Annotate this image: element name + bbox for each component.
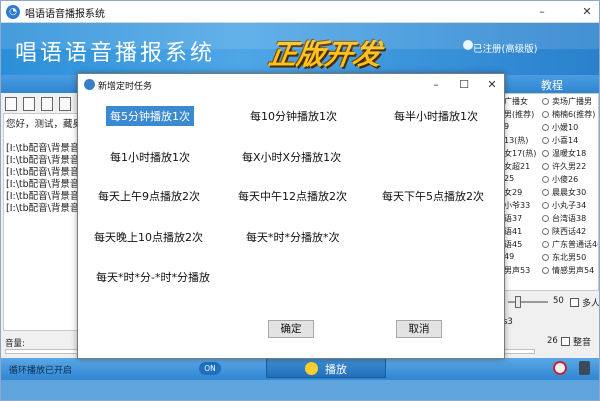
- option-every-5-min[interactable]: 每5分钟播放1次: [106, 106, 194, 126]
- speed-slider-thumb[interactable]: [515, 296, 521, 308]
- option-daily-9am[interactable]: 每天上午9点播放2次: [94, 186, 204, 206]
- voice-row[interactable]: 49 东北男50: [502, 252, 598, 264]
- window-title: 唱语语音播报系统: [25, 9, 105, 20]
- tab-tutorial[interactable]: 教程: [541, 77, 563, 93]
- multi-voice-label: 多人: [582, 299, 600, 309]
- voice-row[interactable]: 广播女 卖场广播男: [502, 96, 598, 108]
- voice-row[interactable]: 小爷33 小丸子34: [502, 200, 598, 212]
- voice-row[interactable]: 语45 广东普通话46: [502, 239, 598, 251]
- voice-row[interactable]: 女17(热) 温暖女18: [502, 148, 598, 160]
- status-bar: 循环播放已开启 ON 播放: [1, 358, 599, 380]
- voice-row[interactable]: 女超21 许久男22: [502, 161, 598, 173]
- registered-icon: [463, 40, 473, 50]
- dialog-minimize-button[interactable]: –: [428, 77, 444, 93]
- play-button[interactable]: 播放: [266, 358, 386, 378]
- dialog-title: 新增定时任务: [98, 82, 153, 92]
- option-every-half-hour[interactable]: 每半小时播放1次: [390, 106, 482, 126]
- voice-row[interactable]: 25 小傻26: [502, 174, 598, 186]
- editor-line: 您好，测试，藏奥: [6, 119, 83, 130]
- speed-slider-track[interactable]: [508, 301, 548, 303]
- volume-value: 26: [547, 336, 558, 346]
- option-daily-noon[interactable]: 每天中午12点播放2次: [234, 186, 351, 206]
- option-daily-range[interactable]: 每天*时*分-*时*分播放: [92, 267, 214, 287]
- timer-icon[interactable]: [553, 361, 567, 375]
- ambient-label: 整音: [573, 338, 592, 348]
- multi-voice-checkbox[interactable]: [570, 298, 579, 307]
- ambient-checkbox[interactable]: [561, 337, 570, 346]
- play-label: 播放: [325, 363, 347, 376]
- cancel-button[interactable]: 取消: [396, 320, 442, 338]
- ok-button[interactable]: 确定: [268, 320, 314, 338]
- taskbar-area: [1, 380, 599, 400]
- voice-list: 广播女 卖场广播男 男(推荐) 楠楠6(推荐) 9 小媛10 13(热) 小喜14 女1…: [501, 93, 599, 291]
- voice-row[interactable]: 语37 台湾语38: [502, 213, 598, 225]
- option-daily-10pm[interactable]: 每天晚上10点播放2次: [90, 227, 207, 247]
- pin-icon[interactable]: [579, 361, 590, 375]
- main-window: ◔ 唱语语音播报系统 – ✕ 唱语语音播报系统 正版开发 已注册(高级版) 教程…: [0, 0, 600, 401]
- new-file-icon[interactable]: [5, 97, 17, 111]
- voice-row[interactable]: 9 小媛10: [502, 122, 598, 134]
- dialog-app-icon: [84, 79, 95, 90]
- dialog-maximize-button[interactable]: ☐: [456, 77, 472, 93]
- voice-row[interactable]: 男声53 情感男声54: [502, 265, 598, 277]
- banner-badge: 正版开发: [266, 38, 384, 71]
- voice-row[interactable]: 语41 陕西话42: [502, 226, 598, 238]
- save-icon[interactable]: [59, 97, 71, 111]
- copy-icon[interactable]: [23, 97, 35, 111]
- close-button[interactable]: ✕: [578, 3, 596, 21]
- banner-title: 唱语语音播报系统: [15, 41, 216, 66]
- title-bar: ◔ 唱语语音播报系统 – ✕: [1, 1, 599, 23]
- speed-value: 50: [553, 296, 564, 306]
- voice-row[interactable]: 13(热) 小喜14: [502, 135, 598, 147]
- dialog-close-button[interactable]: ✕: [484, 77, 500, 93]
- banner: 唱语语音播报系统 正版开发 已注册(高级版): [1, 23, 599, 75]
- option-every-x-hours[interactable]: 每X小时X分播放1次: [238, 147, 345, 167]
- registration-status[interactable]: 已注册(高级版): [473, 41, 537, 55]
- import-icon[interactable]: [41, 97, 53, 111]
- app-logo-icon: ◔: [6, 5, 20, 19]
- option-every-1-hour[interactable]: 每1小时播放1次: [106, 147, 194, 167]
- editor-line: [I:\tb配音\背景音: [6, 203, 80, 214]
- loop-status: 循环播放已开启: [9, 366, 73, 376]
- option-daily-custom-times[interactable]: 每天*时*分播放*次: [242, 227, 344, 247]
- play-icon: [305, 362, 318, 375]
- loop-toggle[interactable]: ON: [199, 362, 221, 375]
- new-timer-task-dialog: 新增定时任务 – ☐ ✕ 每5分钟播放1次 每10分钟播放1次 每半小时播放1次…: [77, 73, 505, 359]
- dialog-title-bar: 新增定时任务 – ☐ ✕: [78, 74, 504, 96]
- option-every-10-min[interactable]: 每10分钟播放1次: [246, 106, 341, 126]
- voice-row[interactable]: 女29 晨晨女30: [502, 187, 598, 199]
- minimize-button[interactable]: –: [533, 3, 551, 21]
- voice-row[interactable]: 男(推荐) 楠楠6(推荐): [502, 109, 598, 121]
- volume-label: 音量:: [5, 339, 25, 349]
- option-daily-5pm[interactable]: 每天下午5点播放2次: [378, 186, 488, 206]
